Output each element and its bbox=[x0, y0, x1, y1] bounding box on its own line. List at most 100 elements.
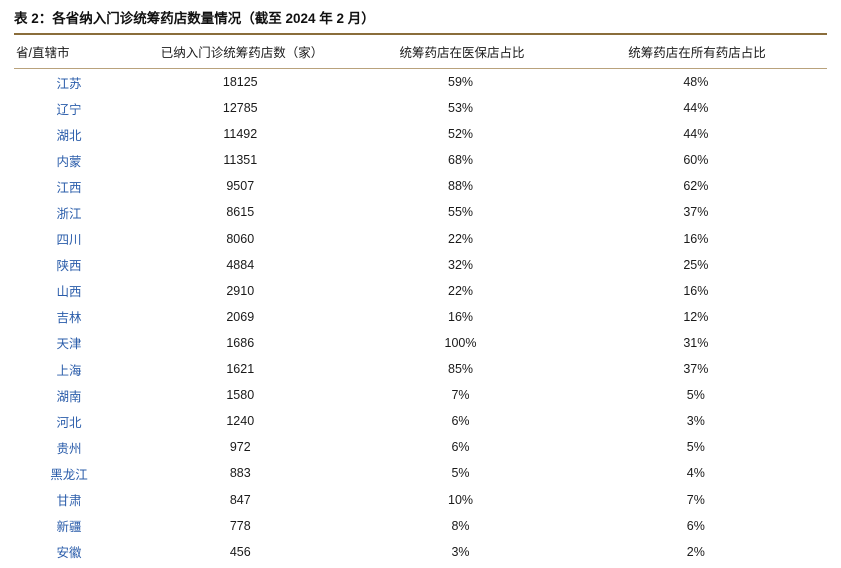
cell-ratio-insured: 6% bbox=[451, 440, 470, 455]
cell-province: 湖北 bbox=[56, 128, 82, 143]
cell-count: 847 bbox=[229, 492, 251, 507]
cell-ratio-all: 62% bbox=[683, 179, 709, 194]
cell-ratio-all: 44% bbox=[683, 127, 709, 142]
cell-province: 贵州 bbox=[56, 441, 82, 456]
table-row: 新疆 778 8% 6% bbox=[14, 513, 827, 539]
cell-ratio-insured: 5% bbox=[451, 466, 470, 481]
cell-province: 天津 bbox=[56, 337, 82, 352]
table-row: 四川 8060 22% 16% bbox=[14, 226, 827, 252]
table-header-row: 省/直辖市 已纳入门诊统筹药店数（家） 统筹药店在医保店占比 统筹药店在所有药店… bbox=[14, 35, 828, 68]
table-row: 辽宁 12785 53% 44% bbox=[14, 95, 827, 121]
table-row: 陕西 4884 32% 25% bbox=[14, 252, 827, 278]
cell-ratio-insured: 32% bbox=[448, 257, 474, 272]
column-header-count: 已纳入门诊统筹药店数（家） bbox=[160, 46, 324, 60]
cell-province: 上海 bbox=[56, 363, 82, 378]
cell-province: 江苏 bbox=[56, 76, 82, 91]
cell-ratio-all: 2% bbox=[686, 544, 705, 559]
table-row: 山西 2910 22% 16% bbox=[14, 278, 827, 304]
cell-province: 四川 bbox=[56, 233, 82, 248]
cell-ratio-insured: 7% bbox=[451, 388, 470, 403]
cell-ratio-insured: 59% bbox=[448, 75, 474, 89]
cell-count: 11492 bbox=[223, 127, 258, 142]
cell-ratio-insured: 8% bbox=[451, 518, 470, 533]
cell-count: 1580 bbox=[226, 388, 255, 403]
cell-count: 1686 bbox=[226, 335, 255, 350]
cell-count: 778 bbox=[229, 518, 251, 533]
cell-count: 11351 bbox=[223, 153, 258, 168]
cell-count: 883 bbox=[229, 466, 251, 481]
cell-ratio-all: 44% bbox=[683, 101, 709, 116]
cell-ratio-insured: 22% bbox=[448, 231, 474, 246]
cell-ratio-all: 60% bbox=[683, 153, 709, 168]
table-row: 河北 1240 6% 3% bbox=[14, 408, 827, 434]
cell-ratio-all: 7% bbox=[686, 492, 705, 507]
cell-province: 浙江 bbox=[56, 206, 82, 221]
cell-ratio-insured: 88% bbox=[448, 179, 474, 194]
cell-ratio-insured: 16% bbox=[448, 309, 474, 324]
cell-ratio-all: 5% bbox=[686, 440, 705, 455]
table-row: 安徽 456 3% 2% bbox=[14, 539, 827, 565]
table-row: 甘肃 847 10% 7% bbox=[14, 487, 827, 513]
cell-count: 456 bbox=[229, 544, 251, 559]
cell-ratio-insured: 22% bbox=[448, 283, 474, 298]
table-page: 表 2：各省纳入门诊统筹药店数量情况（截至 2024 年 2 月） 省/直辖市 … bbox=[0, 0, 841, 568]
cell-province: 江西 bbox=[56, 180, 82, 195]
table-row: 湖北 11492 52% 44% bbox=[14, 121, 827, 147]
cell-ratio-all: 37% bbox=[683, 205, 709, 220]
pharmacy-stats-table: 省/直辖市 已纳入门诊统筹药店数（家） 统筹药店在医保店占比 统筹药店在所有药店… bbox=[14, 35, 828, 68]
table-title: 表 2：各省纳入门诊统筹药店数量情况（截至 2024 年 2 月） bbox=[14, 11, 375, 26]
cell-province: 湖南 bbox=[56, 389, 82, 404]
table-row: 湖南 1580 7% 5% bbox=[14, 382, 827, 408]
table-row: 贵州 972 6% 5% bbox=[14, 434, 827, 460]
cell-ratio-insured: 3% bbox=[451, 544, 470, 559]
cell-ratio-all: 5% bbox=[686, 388, 705, 403]
cell-ratio-all: 16% bbox=[683, 231, 709, 246]
pharmacy-stats-body-table: 江苏 18125 59% 48% 辽宁 12785 53% 44% 湖北 114… bbox=[14, 69, 827, 565]
cell-ratio-all: 6% bbox=[686, 518, 705, 533]
cell-count: 8615 bbox=[226, 205, 255, 220]
table-row: 江西 9507 88% 62% bbox=[14, 173, 827, 199]
cell-province: 新疆 bbox=[56, 520, 82, 535]
cell-count: 2910 bbox=[226, 283, 255, 298]
cell-ratio-insured: 85% bbox=[448, 362, 474, 377]
cell-count: 18125 bbox=[222, 75, 258, 89]
table-body: 江苏 18125 59% 48% 辽宁 12785 53% 44% 湖北 114… bbox=[14, 69, 827, 565]
cell-province: 吉林 bbox=[56, 311, 82, 326]
column-header-ratio-all: 统筹药店在所有药店占比 bbox=[628, 46, 766, 60]
cell-province: 陕西 bbox=[56, 259, 82, 274]
cell-ratio-insured: 55% bbox=[448, 205, 474, 220]
cell-ratio-all: 37% bbox=[683, 362, 709, 377]
cell-ratio-insured: 52% bbox=[448, 127, 474, 142]
cell-ratio-all: 12% bbox=[683, 309, 709, 324]
cell-province: 安徽 bbox=[56, 546, 82, 561]
column-header-province: 省/直辖市 bbox=[16, 46, 70, 60]
cell-ratio-all: 48% bbox=[683, 75, 709, 89]
cell-ratio-all: 25% bbox=[683, 257, 709, 272]
table-row: 浙江 8615 55% 37% bbox=[14, 199, 827, 225]
cell-ratio-insured: 68% bbox=[448, 153, 474, 168]
cell-count: 9507 bbox=[226, 179, 255, 194]
cell-ratio-insured: 6% bbox=[451, 414, 470, 429]
cell-province: 内蒙 bbox=[56, 154, 82, 169]
cell-ratio-all: 31% bbox=[683, 335, 709, 350]
table-row: 上海 1621 85% 37% bbox=[14, 356, 827, 382]
column-header-ratio-insured: 统筹药店在医保店占比 bbox=[399, 46, 525, 60]
cell-ratio-all: 4% bbox=[686, 466, 705, 481]
cell-ratio-all: 16% bbox=[683, 283, 709, 298]
cell-province: 辽宁 bbox=[56, 102, 82, 117]
table-row: 天津 1686 100% 31% bbox=[14, 330, 827, 356]
cell-count: 972 bbox=[229, 440, 251, 455]
cell-ratio-insured: 100% bbox=[444, 335, 477, 350]
table-row: 黑龙江 883 5% 4% bbox=[14, 460, 827, 486]
cell-province: 甘肃 bbox=[56, 494, 82, 508]
cell-province: 山西 bbox=[56, 285, 82, 300]
cell-province: 黑龙江 bbox=[50, 467, 88, 482]
cell-count: 8060 bbox=[226, 231, 255, 246]
table-row: 江苏 18125 59% 48% bbox=[14, 69, 827, 95]
cell-count: 1621 bbox=[226, 362, 255, 377]
cell-count: 1240 bbox=[226, 414, 255, 429]
cell-count: 4884 bbox=[226, 257, 255, 272]
table-row: 内蒙 11351 68% 60% bbox=[14, 147, 827, 173]
cell-count: 12785 bbox=[222, 101, 258, 116]
cell-province: 河北 bbox=[56, 415, 82, 430]
